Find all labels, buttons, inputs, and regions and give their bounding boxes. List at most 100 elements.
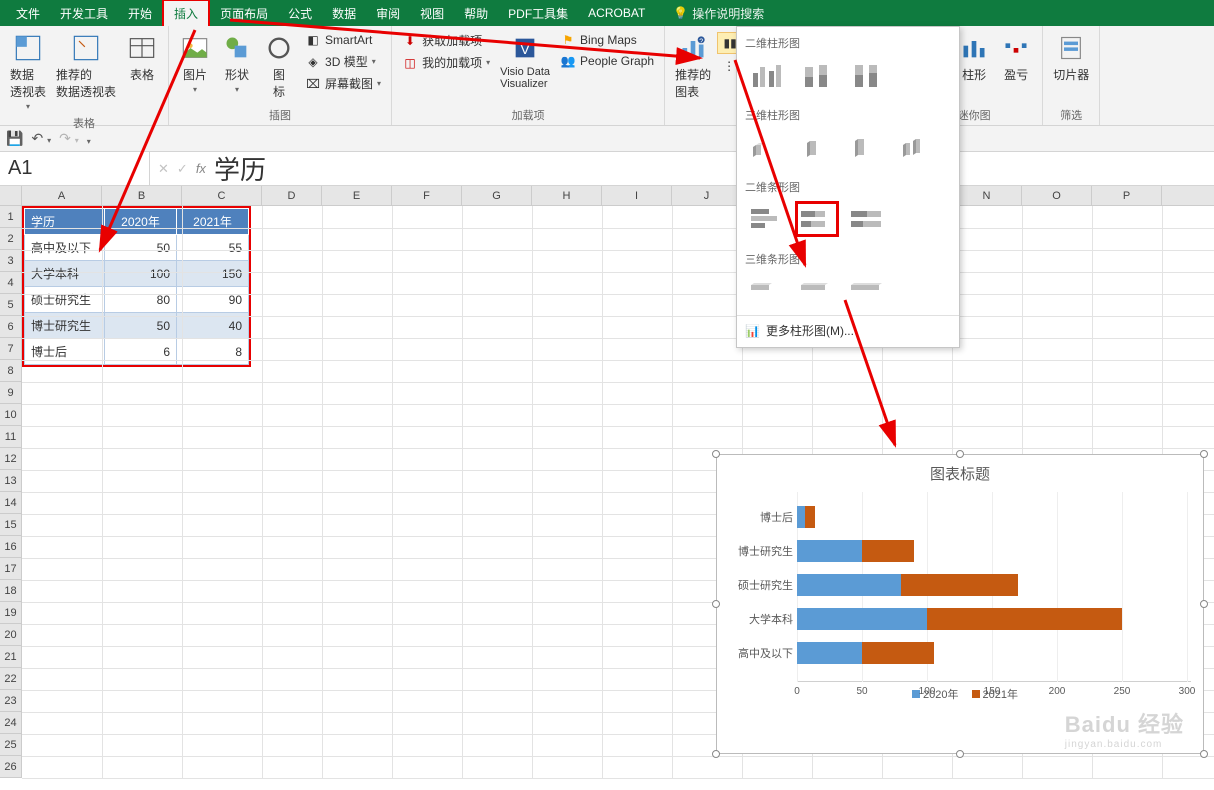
chart-title[interactable]: 图表标题	[717, 455, 1203, 492]
row-header[interactable]: 20	[0, 624, 21, 646]
redo-button[interactable]: ↷ ▾	[59, 130, 79, 147]
resize-handle[interactable]	[1200, 450, 1208, 458]
row-header[interactable]: 24	[0, 712, 21, 734]
fx-icon[interactable]: fx	[196, 161, 206, 176]
stacked-column-option[interactable]	[795, 57, 839, 93]
row-header[interactable]: 6	[0, 316, 21, 338]
3d-pct-stacked-column-option[interactable]	[845, 129, 889, 165]
pivot-table-button[interactable]: 数据 透视表▾	[6, 30, 50, 113]
row-header[interactable]: 18	[0, 580, 21, 602]
3d-clustered-bar-option[interactable]	[745, 273, 789, 309]
col-header[interactable]: F	[392, 186, 462, 205]
pct-stacked-bar-option[interactable]	[845, 201, 889, 237]
tab-acrobat[interactable]: ACROBAT	[578, 0, 655, 26]
col-header[interactable]: E	[322, 186, 392, 205]
row-header[interactable]: 19	[0, 602, 21, 624]
tab-home[interactable]: 开始	[118, 0, 162, 26]
tab-formula[interactable]: 公式	[278, 0, 322, 26]
3d-stacked-bar-option[interactable]	[795, 273, 839, 309]
rec-pivot-button[interactable]: 推荐的 数据透视表	[52, 30, 120, 113]
resize-handle[interactable]	[712, 750, 720, 758]
data-table[interactable]: 学历2020年2021年高中及以下5055大学本科100150硕士研究生8090…	[22, 206, 251, 367]
row-header[interactable]: 25	[0, 734, 21, 756]
3d-pct-stacked-bar-option[interactable]	[845, 273, 889, 309]
col-header[interactable]: H	[532, 186, 602, 205]
row-header[interactable]: 7	[0, 338, 21, 360]
formula-input[interactable]: 学历	[214, 150, 266, 187]
col-header[interactable]: G	[462, 186, 532, 205]
resize-handle[interactable]	[956, 750, 964, 758]
clustered-column-option[interactable]	[745, 57, 789, 93]
row-header[interactable]: 9	[0, 382, 21, 404]
col-header[interactable]: C	[182, 186, 262, 205]
row-header[interactable]: 11	[0, 426, 21, 448]
cancel-edit-icon[interactable]: ✕	[158, 161, 169, 177]
col-header[interactable]: B	[102, 186, 182, 205]
row-header[interactable]: 17	[0, 558, 21, 580]
plot-area[interactable]: 050100150200250300博士后博士研究生硕士研究生大学本科高中及以下	[797, 492, 1191, 682]
col-header[interactable]: I	[602, 186, 672, 205]
more-column-charts[interactable]: 📊更多柱形图(M)...	[737, 315, 959, 345]
tab-data[interactable]: 数据	[322, 0, 366, 26]
slicer-button[interactable]: 切片器	[1049, 30, 1093, 85]
tab-view[interactable]: 视图	[410, 0, 454, 26]
pct-stacked-column-option[interactable]	[845, 57, 889, 93]
row-header[interactable]: 8	[0, 360, 21, 382]
tab-insert[interactable]: 插入	[162, 0, 210, 26]
shapes-button[interactable]: 形状▾	[217, 30, 257, 102]
bing-maps-button[interactable]: ⚑Bing Maps	[556, 30, 658, 50]
tab-file[interactable]: 文件	[6, 0, 50, 26]
3dmodel-button[interactable]: ◈3D 模型▾	[301, 51, 385, 72]
tab-developer[interactable]: 开发工具	[50, 0, 118, 26]
sparkline-winloss-button[interactable]: 盈亏	[996, 30, 1036, 85]
row-header[interactable]: 1	[0, 206, 21, 228]
tell-me-search[interactable]: 💡操作说明搜索	[663, 0, 774, 26]
tab-pdf[interactable]: PDF工具集	[498, 0, 578, 26]
row-header[interactable]: 14	[0, 492, 21, 514]
table-button[interactable]: 表格	[122, 30, 162, 113]
row-header[interactable]: 3	[0, 250, 21, 272]
row-header[interactable]: 13	[0, 470, 21, 492]
people-graph-button[interactable]: 👥People Graph	[556, 51, 658, 71]
row-header[interactable]: 23	[0, 690, 21, 712]
row-header[interactable]: 21	[0, 646, 21, 668]
resize-handle[interactable]	[712, 600, 720, 608]
3d-column-option[interactable]	[895, 129, 939, 165]
pictures-button[interactable]: 图片▾	[175, 30, 215, 102]
3d-stacked-column-option[interactable]	[795, 129, 839, 165]
row-header[interactable]: 2	[0, 228, 21, 250]
icons-button[interactable]: 图 标	[259, 30, 299, 102]
sparkline-col-button[interactable]: 柱形	[954, 30, 994, 85]
name-box[interactable]: A1	[0, 152, 150, 185]
clustered-bar-option[interactable]	[745, 201, 789, 237]
3d-clustered-column-option[interactable]	[745, 129, 789, 165]
row-header[interactable]: 12	[0, 448, 21, 470]
tab-help[interactable]: 帮助	[454, 0, 498, 26]
my-addins-button[interactable]: ◫我的加载项▾	[398, 52, 494, 73]
row-header[interactable]: 4	[0, 272, 21, 294]
confirm-edit-icon[interactable]: ✓	[177, 161, 188, 177]
select-all-corner[interactable]	[0, 186, 22, 205]
screenshot-button[interactable]: ⌧屏幕截图▾	[301, 73, 385, 94]
tab-layout[interactable]: 页面布局	[210, 0, 278, 26]
visio-button[interactable]: VVisio Data Visualizer	[496, 30, 554, 92]
resize-handle[interactable]	[1200, 600, 1208, 608]
resize-handle[interactable]	[1200, 750, 1208, 758]
resize-handle[interactable]	[712, 450, 720, 458]
tab-review[interactable]: 审阅	[366, 0, 410, 26]
col-header[interactable]: A	[22, 186, 102, 205]
row-header[interactable]: 10	[0, 404, 21, 426]
row-header[interactable]: 26	[0, 756, 21, 778]
row-header[interactable]: 5	[0, 294, 21, 316]
stacked-bar-option[interactable]	[795, 201, 839, 237]
col-header[interactable]: D	[262, 186, 322, 205]
smartart-button[interactable]: ◧SmartArt	[301, 30, 385, 50]
get-addins-button[interactable]: ⬇获取加载项	[398, 30, 494, 51]
col-header[interactable]: O	[1022, 186, 1092, 205]
rec-charts-button[interactable]: ?推荐的 图表	[671, 30, 715, 113]
col-header[interactable]: J	[672, 186, 742, 205]
col-header[interactable]: N	[952, 186, 1022, 205]
row-header[interactable]: 22	[0, 668, 21, 690]
row-header[interactable]: 15	[0, 514, 21, 536]
resize-handle[interactable]	[956, 450, 964, 458]
